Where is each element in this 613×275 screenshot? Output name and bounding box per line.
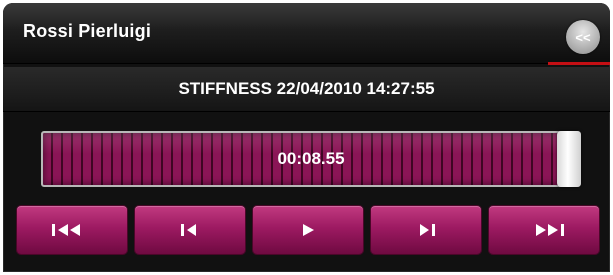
title-bar: Rossi Pierluigi << [3, 3, 610, 64]
step-forward-button[interactable] [371, 206, 481, 254]
play-button[interactable] [253, 206, 363, 254]
step-back-button[interactable] [135, 206, 245, 254]
skip-to-end-button[interactable] [489, 206, 599, 254]
recording-title: STIFFNESS 22/04/2010 14:27:55 [178, 79, 435, 98]
step-forward-icon [414, 223, 438, 237]
timecode-display: 00:08.55 [277, 149, 345, 168]
timeline-slider[interactable]: 00:08.55 [41, 131, 581, 187]
slider-handle[interactable] [557, 131, 581, 187]
player-window: Rossi Pierluigi << STIFFNESS 22/04/2010 … [3, 3, 610, 272]
step-back-icon [178, 223, 202, 237]
skip-to-start-icon [50, 223, 94, 237]
skip-to-start-button[interactable] [17, 206, 127, 254]
skip-to-end-icon [522, 223, 566, 237]
collapse-button[interactable]: << [566, 20, 600, 54]
play-icon [300, 223, 316, 237]
patient-name: Rossi Pierluigi [23, 21, 152, 41]
recording-header: STIFFNESS 22/04/2010 14:27:55 [3, 67, 610, 112]
